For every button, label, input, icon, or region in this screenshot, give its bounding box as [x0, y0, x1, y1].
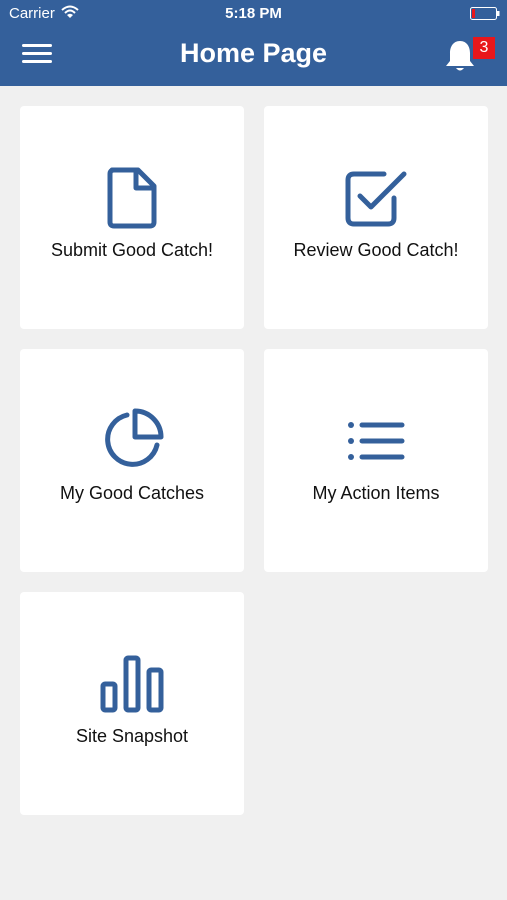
tile-label: Submit Good Catch! [50, 240, 214, 260]
my-good-catches-tile[interactable]: My Good Catches [20, 349, 244, 572]
tile-label: Review Good Catch! [293, 240, 459, 260]
submit-good-catch-tile[interactable]: Submit Good Catch! [20, 106, 244, 329]
checkbox-checked-icon [264, 168, 488, 228]
bell-icon[interactable] [444, 38, 476, 74]
navigation-bar: Home Page 3 [0, 28, 507, 86]
battery-low-icon [470, 7, 500, 20]
pie-chart-icon [20, 407, 244, 473]
page-title: Home Page [179, 38, 328, 68]
tile-label: My Action Items [312, 483, 440, 503]
list-icon [264, 419, 488, 463]
app-header: Carrier 5:18 PM Home Page 3 [0, 0, 507, 86]
status-time: 5:18 PM [225, 5, 282, 22]
bar-chart-icon [20, 654, 244, 714]
review-good-catch-tile[interactable]: Review Good Catch! [264, 106, 488, 329]
home-screen: Carrier 5:18 PM Home Page 3 Submit Good … [0, 0, 507, 900]
notification-count-badge: 3 [473, 37, 495, 59]
document-icon [20, 166, 244, 230]
my-action-items-tile[interactable]: My Action Items [264, 349, 488, 572]
status-bar: Carrier 5:18 PM [0, 0, 507, 28]
site-snapshot-tile[interactable]: Site Snapshot [20, 592, 244, 815]
tile-label: Site Snapshot [75, 726, 189, 746]
tile-label: My Good Catches [59, 483, 205, 503]
